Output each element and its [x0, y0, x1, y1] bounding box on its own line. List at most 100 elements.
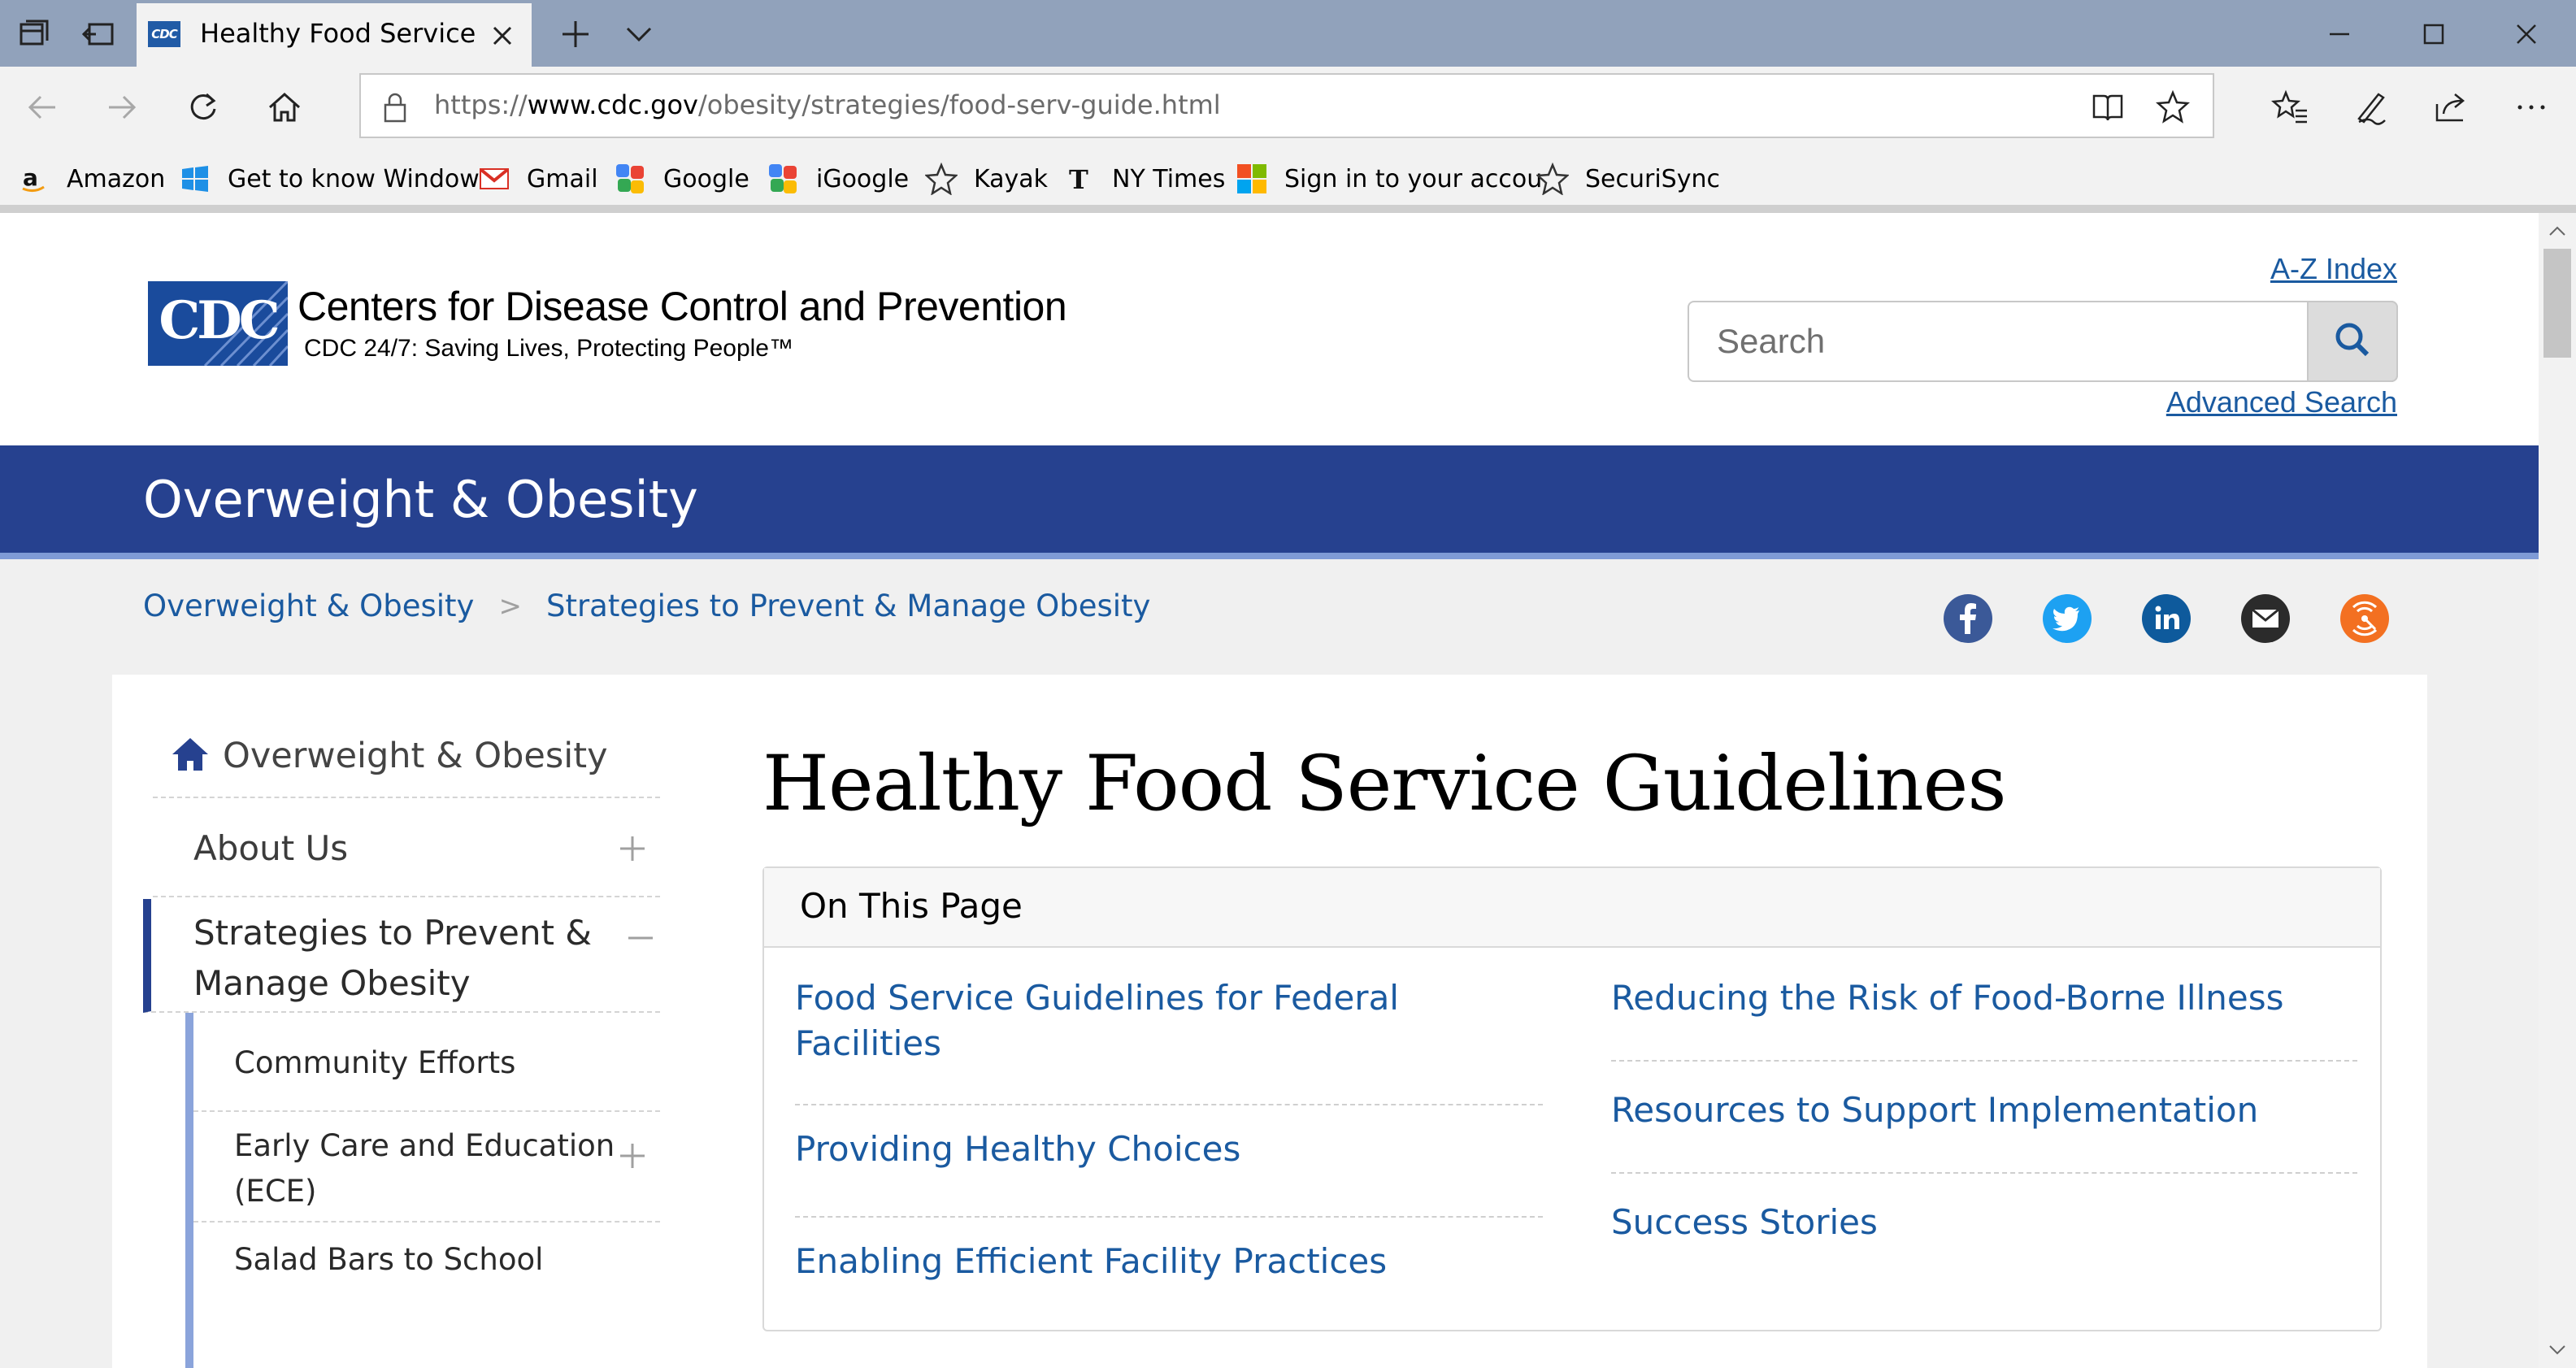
favorite-sign-in[interactable]: Sign in to your accou	[1236, 161, 1542, 197]
url-text[interactable]: https://www.cdc.gov/obesity/strategies/f…	[434, 89, 1221, 120]
collapse-minus-icon[interactable]	[626, 923, 655, 953]
browser-tab-bar: CDC Healthy Food Service Gu	[0, 0, 2576, 67]
web-page: CDC Centers for Disease Control and Prev…	[0, 221, 2539, 1368]
add-favorite-star-icon[interactable]	[2154, 89, 2192, 125]
tab-active[interactable]: CDC Healthy Food Service Gu	[137, 3, 532, 67]
page-title: Healthy Food Service Guidelines	[762, 740, 2007, 828]
favorite-google[interactable]: Google	[615, 161, 749, 197]
expand-plus-icon[interactable]	[618, 834, 647, 863]
on-this-page-box: On This Page Food Service Guidelines for…	[762, 866, 2382, 1331]
favorite-securisync[interactable]: SecuriSync	[1536, 161, 1720, 197]
syndicate-icon[interactable]	[2339, 593, 2390, 644]
chevron-down-icon[interactable]	[621, 16, 657, 52]
advanced-search-link[interactable]: Advanced Search	[2166, 385, 2397, 419]
lock-icon[interactable]	[380, 91, 410, 124]
favorite-get-to-know-windows[interactable]: Get to know Window	[179, 161, 480, 197]
close-window-icon[interactable]	[2507, 15, 2546, 54]
content-card: Overweight & Obesity About Us Strategies…	[112, 675, 2427, 1368]
share-icon[interactable]	[2430, 86, 2473, 128]
nytimes-icon: T	[1063, 163, 1096, 195]
search-icon	[2335, 323, 2370, 357]
amazon-icon: a	[18, 163, 50, 195]
favorite-kayak[interactable]: Kayak	[925, 161, 1048, 197]
expand-plus-icon[interactable]	[618, 1141, 647, 1170]
subnav-item-salad-bars[interactable]: Salad Bars to School	[193, 1224, 660, 1322]
subnav-item-label-line2: (ECE)	[234, 1174, 317, 1209]
svg-text:a: a	[23, 164, 38, 191]
leftnav-home-label: Overweight & Obesity	[223, 736, 608, 776]
microsoft-icon	[1236, 163, 1268, 195]
cdc-favicon: CDC	[148, 21, 180, 47]
cdc-logo[interactable]: CDC	[148, 281, 288, 366]
otp-link-success-stories[interactable]: Success Stories	[1611, 1200, 1878, 1245]
reading-view-icon[interactable]	[2089, 89, 2126, 125]
new-tab-icon[interactable]	[558, 16, 593, 52]
tagline: CDC 24/7: Saving Lives, Protecting Peopl…	[304, 335, 793, 362]
vertical-scrollbar[interactable]	[2539, 213, 2576, 1368]
forward-arrow-icon[interactable]	[101, 86, 143, 128]
subnav-rule	[185, 1013, 193, 1368]
a-z-index-link[interactable]: A-Z Index	[2270, 252, 2397, 286]
scroll-up-icon[interactable]	[2545, 219, 2569, 244]
favorite-igoogle[interactable]: iGoogle	[767, 161, 909, 197]
favorites-bar: a Amazon Get to know Window Gmail Google…	[0, 146, 2576, 213]
favorite-gmail[interactable]: Gmail	[478, 161, 598, 197]
twitter-icon[interactable]	[2042, 593, 2092, 644]
leftnav-item-about-us[interactable]: About Us	[153, 800, 660, 897]
site-header: CDC Centers for Disease Control and Prev…	[0, 221, 2539, 445]
subnav-item-label-line1: Early Care and Education	[234, 1128, 615, 1163]
more-options-icon[interactable]	[2510, 86, 2552, 128]
banner-title[interactable]: Overweight & Obesity	[143, 470, 698, 529]
otp-link-efficient-facility[interactable]: Enabling Efficient Facility Practices	[795, 1239, 1387, 1284]
minimize-icon[interactable]	[2320, 15, 2359, 54]
leftnav-item-strategies[interactable]: Strategies to Prevent & Manage Obesity	[143, 899, 660, 1013]
scrollbar-thumb[interactable]	[2543, 249, 2571, 358]
home-icon[interactable]	[263, 86, 306, 128]
browser-nav-bar: https://www.cdc.gov/obesity/strategies/f…	[0, 67, 2576, 146]
subnav-item-community-efforts[interactable]: Community Efforts	[193, 1013, 660, 1112]
favorites-hub-icon[interactable]	[2270, 86, 2312, 128]
on-this-page-header: On This Page	[764, 868, 2380, 948]
scroll-down-icon[interactable]	[2545, 1337, 2569, 1361]
set-tabs-aside-icon[interactable]	[80, 16, 115, 52]
favorite-amazon[interactable]: a Amazon	[18, 161, 165, 197]
star-outline-icon	[925, 163, 958, 195]
subnav-item-early-care-education[interactable]: Early Care and Education (ECE)	[193, 1114, 660, 1223]
otp-link-federal-facilities[interactable]: Food Service Guidelines for Federal Faci…	[795, 975, 1399, 1066]
subnav-item-label: Community Efforts	[234, 1045, 516, 1080]
breadcrumb-item-strategies[interactable]: Strategies to Prevent & Manage Obesity	[546, 588, 1151, 623]
otp-link-resources[interactable]: Resources to Support Implementation	[1611, 1088, 2258, 1133]
org-name[interactable]: Centers for Disease Control and Preventi…	[298, 283, 1067, 330]
facebook-icon[interactable]	[1943, 593, 1993, 644]
site-banner: Overweight & Obesity	[0, 445, 2539, 559]
subnav-item-label: Salad Bars to School	[234, 1242, 544, 1277]
otp-link-food-borne-illness[interactable]: Reducing the Risk of Food-Borne Illness	[1611, 975, 2284, 1021]
refresh-icon[interactable]	[182, 86, 224, 128]
favorite-ny-times[interactable]: T NY Times	[1063, 161, 1225, 197]
address-bar[interactable]: https://www.cdc.gov/obesity/strategies/f…	[359, 73, 2214, 138]
breadcrumb-separator: >	[498, 589, 522, 623]
breadcrumb-item-overweight-obesity[interactable]: Overweight & Obesity	[143, 588, 474, 623]
search-input[interactable]	[1689, 302, 2307, 380]
breadcrumb: Overweight & Obesity > Strategies to Pre…	[143, 588, 1150, 623]
maximize-icon[interactable]	[2414, 15, 2453, 54]
svg-text:T: T	[1069, 164, 1088, 195]
divider	[1611, 1060, 2357, 1062]
otp-link-healthy-choices[interactable]: Providing Healthy Choices	[795, 1127, 1240, 1172]
divider	[795, 1104, 1543, 1105]
leftnav-home[interactable]: Overweight & Obesity	[153, 717, 660, 798]
home-icon	[169, 733, 211, 775]
linkedin-icon[interactable]	[2141, 593, 2192, 644]
tab-preview-icon[interactable]	[16, 16, 52, 52]
star-outline-icon	[1536, 163, 1569, 195]
tab-title: Healthy Food Service Gu	[200, 18, 476, 49]
email-icon[interactable]	[2240, 593, 2291, 644]
close-tab-icon[interactable]	[486, 20, 519, 52]
leftnav-item-label-line1: Strategies to Prevent &	[193, 913, 593, 953]
pen-icon[interactable]	[2349, 86, 2391, 128]
on-this-page-title: On This Page	[800, 886, 1023, 926]
igoogle-icon	[767, 163, 800, 195]
search-button[interactable]	[2307, 301, 2398, 382]
divider	[1611, 1172, 2357, 1174]
back-arrow-icon[interactable]	[21, 86, 63, 128]
